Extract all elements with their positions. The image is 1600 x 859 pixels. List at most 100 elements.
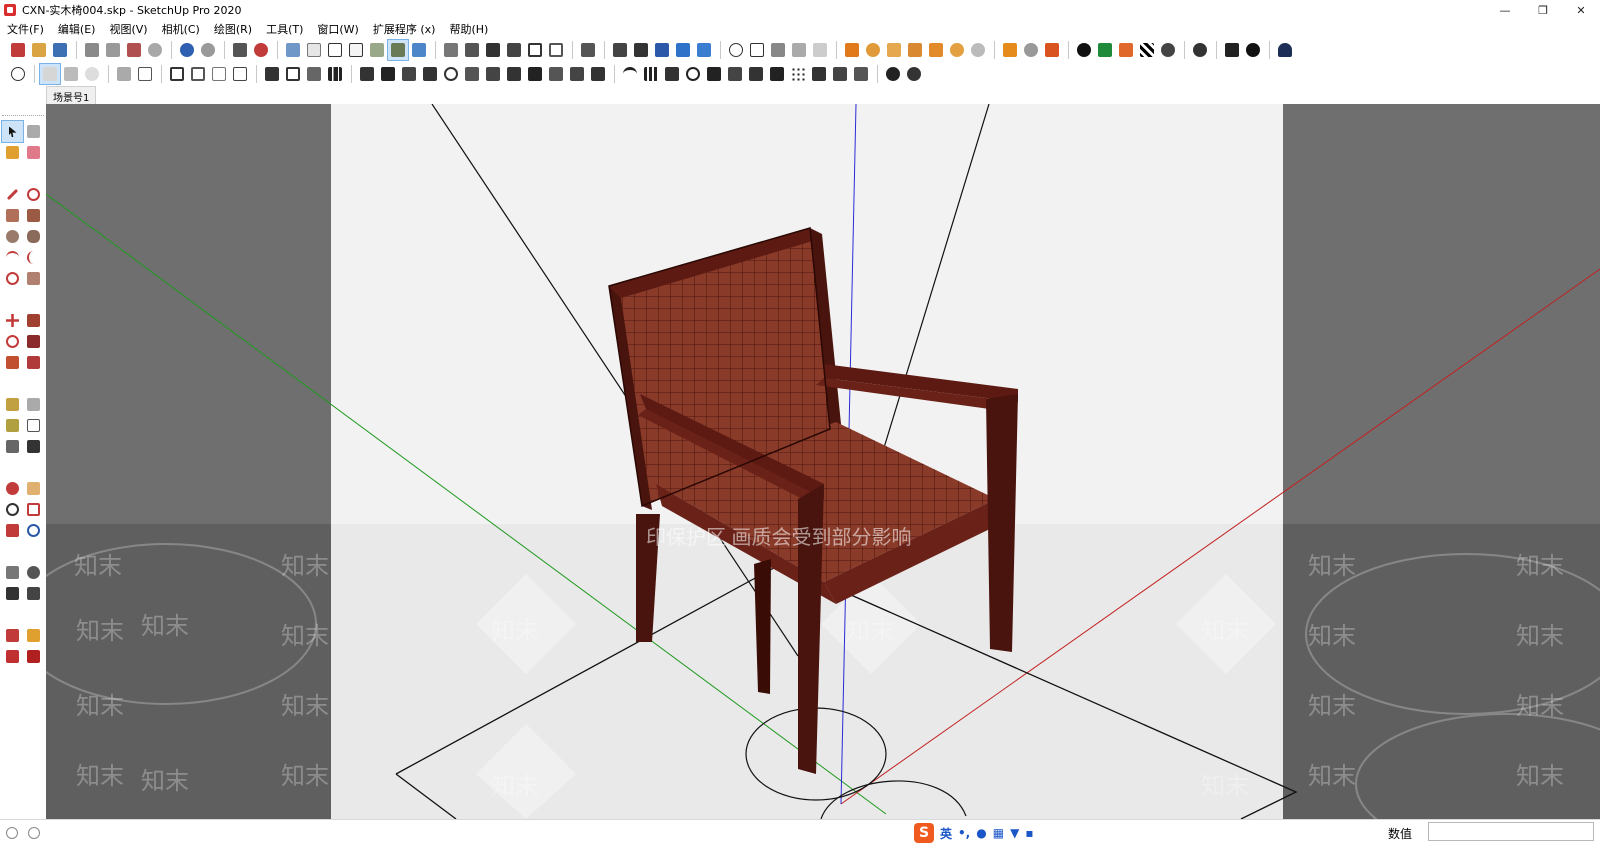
print-icon[interactable] [230,40,250,60]
checker-icon[interactable] [1137,40,1157,60]
circle-tool-icon[interactable] [2,226,23,247]
right-view-icon[interactable] [504,40,524,60]
menu-extensions[interactable]: 扩展程序 (x) [366,21,443,37]
align-icon[interactable] [114,64,134,84]
ime-mic-icon[interactable]: ● [976,826,986,840]
select-tool-icon[interactable] [1,120,24,143]
preferences-icon[interactable] [1190,40,1210,60]
two-point-arc-icon[interactable] [23,247,44,268]
section-cut-icon[interactable] [747,40,767,60]
extrude-icon[interactable] [357,64,377,84]
frame-icon[interactable] [135,64,155,84]
select-hand-icon[interactable] [39,62,61,85]
layout-icon[interactable] [1116,40,1136,60]
menu-camera[interactable]: 相机(C) [155,21,207,37]
back-edges-style-icon[interactable] [304,40,324,60]
sogou-ime-icon[interactable]: S [914,823,934,843]
freehand-tool-icon[interactable] [23,184,44,205]
paint-bucket-icon[interactable] [2,142,23,163]
protractor-icon[interactable] [863,40,883,60]
target-icon[interactable] [683,64,703,84]
outliner-icon[interactable] [578,40,598,60]
account-icon[interactable] [1275,40,1295,60]
arc-tool-icon[interactable] [620,64,640,84]
value-input[interactable] [1428,822,1594,841]
sandbox-icon[interactable] [789,40,809,60]
move-tool-icon[interactable] [2,310,23,331]
figure-icon[interactable] [830,64,850,84]
chart-tool-icon[interactable] [704,64,724,84]
save-icon[interactable] [50,40,70,60]
section-fill-icon[interactable] [768,40,788,60]
new-file-icon[interactable] [8,40,28,60]
zoom-window-icon[interactable] [23,499,44,520]
model-viewport[interactable]: 印保护区 画质会受到部分影响 知末 知末 知末 知末 知末 知末 知末 知末 知… [46,104,1600,819]
rotated-rectangle-icon[interactable] [23,205,44,226]
sandbox-smoove-icon[interactable] [810,40,830,60]
camera-frame-icon[interactable] [209,64,229,84]
undo-icon[interactable] [177,40,197,60]
chamfer-icon[interactable] [420,64,440,84]
eraser-icon[interactable] [23,142,44,163]
wireframe-style-icon[interactable] [325,40,345,60]
copy-icon[interactable] [103,40,123,60]
text-icon[interactable] [905,40,925,60]
menu-file[interactable]: 文件(F) [0,21,51,37]
menu-draw[interactable]: 绘图(R) [207,21,259,37]
iso-view-icon[interactable] [441,40,461,60]
add-location-icon[interactable] [1074,40,1094,60]
minimize-button[interactable]: — [1486,0,1524,20]
menu-window[interactable]: 窗口(W) [310,21,365,37]
spline-icon[interactable] [462,64,482,84]
rectangle-tool-icon[interactable] [2,205,23,226]
cut-icon[interactable] [82,40,102,60]
paint-hand-icon[interactable] [61,64,81,84]
monochrome-style-icon[interactable] [409,40,429,60]
walk-tool-icon[interactable] [2,583,23,604]
axes-icon[interactable] [884,40,904,60]
curve-icon[interactable] [441,64,461,84]
panel-icon[interactable] [809,64,829,84]
mail-icon[interactable] [1222,40,1242,60]
scene-canvas[interactable]: 印保护区 画质会受到部分影响 知末 知末 知末 知末 知末 知末 知末 知末 知… [46,104,1600,819]
window-frame-icon[interactable] [167,64,187,84]
solid-union-icon[interactable] [673,40,693,60]
orbit-tool-icon[interactable] [2,478,23,499]
restore-button[interactable]: ❐ [1524,0,1562,20]
ime-punct-icon[interactable]: •, [958,826,970,840]
3d-text-icon[interactable] [926,40,946,60]
extension-tool-icon[interactable] [23,625,44,646]
wave-icon[interactable] [662,64,682,84]
pan-tool-icon[interactable] [23,478,44,499]
mirror-icon[interactable] [588,64,608,84]
menu-edit[interactable]: 编辑(E) [51,21,103,37]
ime-keyboard-icon[interactable]: ▦ [993,826,1004,840]
info-icon[interactable] [1243,40,1263,60]
measure-icon[interactable] [8,64,28,84]
zoom-tool-icon[interactable] [2,499,23,520]
close-button[interactable]: ✕ [1562,0,1600,20]
left-view-icon[interactable] [546,40,566,60]
redo-icon[interactable] [198,40,218,60]
scale-tool-icon[interactable] [2,352,23,373]
shaded-style-icon[interactable] [367,40,387,60]
push-pull-tool-icon[interactable] [23,310,44,331]
offset-tool-icon[interactable] [23,352,44,373]
scale-icon[interactable] [525,64,545,84]
axes-tool-icon[interactable] [2,436,23,457]
xray-style-icon[interactable] [283,40,303,60]
brush-icon[interactable] [851,64,871,84]
cloud-upload-icon[interactable] [1158,40,1178,60]
make-component-icon[interactable] [23,121,44,142]
column-grid-icon[interactable] [746,64,766,84]
tab-scene-1[interactable]: 场景号1 [46,86,97,104]
hidden-line-style-icon[interactable] [346,40,366,60]
warehouse-tool-icon[interactable] [2,625,23,646]
rotate-tool-icon[interactable] [2,331,23,352]
erase-icon[interactable] [145,40,165,60]
arc-icon[interactable] [2,247,23,268]
protractor-tool-icon[interactable] [2,415,23,436]
follow-me-tool-icon[interactable] [23,331,44,352]
columns-icon[interactable] [283,64,303,84]
warehouse-icon[interactable] [1000,40,1020,60]
